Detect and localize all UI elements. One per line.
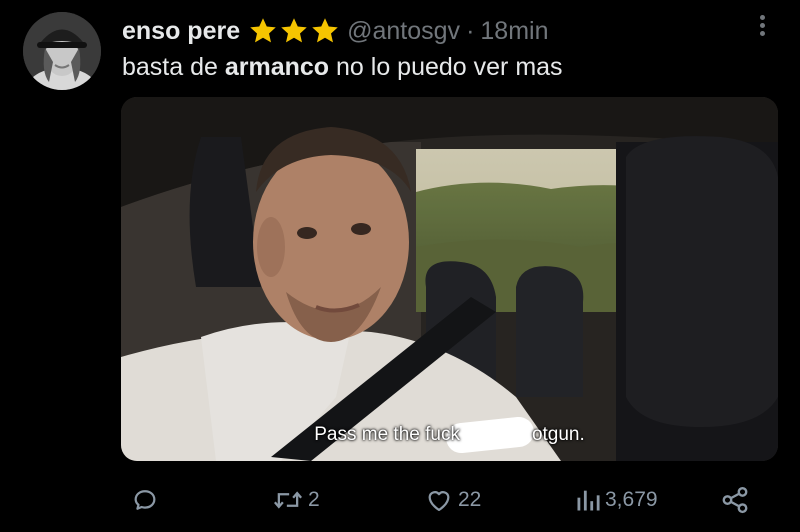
view-count: 3,679	[605, 488, 658, 511]
star-badge-icon	[248, 16, 341, 46]
tweet-media[interactable]: Pass me the fuck otgun.	[121, 97, 778, 461]
views-button[interactable]: 3,679	[575, 480, 658, 520]
tweet-text: basta de armanco no lo puedo ver mas	[122, 53, 563, 82]
tweet-text-end: no lo puedo ver mas	[329, 53, 563, 81]
share-button[interactable]	[720, 480, 750, 520]
tweet: enso pere @antosgv · 18min basta de arma…	[0, 0, 800, 532]
more-options-icon[interactable]	[752, 12, 772, 42]
views-icon	[577, 490, 600, 511]
tweet-header: enso pere @antosgv · 18min	[122, 14, 548, 48]
timestamp[interactable]: 18min	[480, 17, 548, 46]
tweet-text-start: basta de	[122, 53, 225, 81]
avatar[interactable]	[23, 12, 101, 90]
tweet-text-bold: armanco	[224, 53, 330, 81]
separator-dot: ·	[466, 16, 475, 45]
reply-button[interactable]	[131, 480, 159, 520]
subtitle-right: otgun.	[531, 424, 585, 445]
retweet-count: 2	[308, 488, 320, 511]
reply-icon	[134, 490, 156, 510]
retweet-icon	[273, 491, 303, 509]
user-handle[interactable]: @antosgv	[347, 17, 460, 46]
video-subtitle: Pass me the fuck otgun.	[121, 424, 778, 446]
retweet-button[interactable]: 2	[272, 480, 320, 520]
subtitle-left: Pass me the fuck	[314, 424, 460, 445]
video-still	[121, 97, 778, 461]
like-count: 22	[458, 488, 482, 511]
like-icon	[428, 491, 450, 512]
share-icon	[722, 486, 748, 514]
like-button[interactable]: 22	[424, 480, 481, 520]
action-bar: 2 22 3,679	[0, 480, 800, 520]
display-name[interactable]: enso pere	[122, 17, 240, 46]
